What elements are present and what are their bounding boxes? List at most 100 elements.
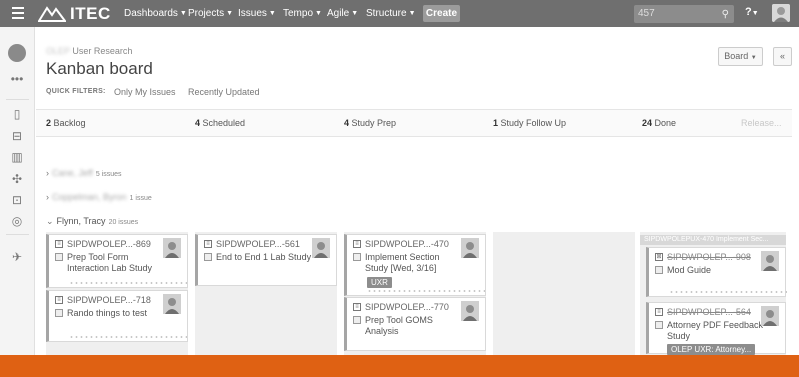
- issue-summary-line: Analysis: [365, 326, 399, 336]
- nav-agile[interactable]: Agile ▼: [327, 8, 358, 19]
- issue-summary-line: Study: [667, 331, 691, 341]
- components-icon[interactable]: ✣: [9, 171, 25, 187]
- chevron-down-icon: ▼: [408, 10, 416, 17]
- swimlane-header[interactable]: › Cane, Jeff 5 issues: [46, 168, 122, 178]
- issue-summary-line: Mod Guide: [667, 265, 712, 275]
- swimlane-count: 20 issues: [108, 219, 139, 226]
- column-count: 1: [493, 118, 499, 128]
- card-days-dots: [69, 282, 187, 284]
- create-button[interactable]: Create: [423, 5, 460, 22]
- issue-key[interactable]: SIPDWPOLEP...-869: [67, 239, 151, 249]
- issue-summary-line: Prep Tool Form: [67, 252, 129, 262]
- nav-issues[interactable]: Issues ▼: [238, 8, 276, 19]
- issue-card[interactable]: ≡ SIPDWPOLEP...-564 Attorney PDF Feedbac…: [646, 302, 786, 355]
- brand-name: ITEC: [70, 4, 111, 23]
- footer-accent-bar: [0, 355, 799, 377]
- releases-icon[interactable]: ⊡: [9, 192, 25, 208]
- swimlane-header[interactable]: ⌄ Flynn, Tracy 20 issues: [46, 216, 138, 227]
- priority-icon: [204, 253, 212, 261]
- search-input[interactable]: 457 ⚲: [634, 5, 734, 23]
- epic-group-header[interactable]: SIPDWPOLEPUX-470 Implement Sec...: [640, 235, 786, 245]
- chevron-down-icon: ▼: [751, 10, 759, 17]
- assignee-photo-icon: [312, 238, 330, 258]
- itec-logo[interactable]: ITEC: [38, 4, 111, 24]
- issue-summary-line: Study [Wed, 3/16]: [365, 263, 437, 273]
- issue-card[interactable]: ≡ SIPDWPOLEP...-470 Implement Section St…: [344, 234, 486, 296]
- story-type-icon: ≡: [204, 240, 212, 248]
- priority-icon: [55, 309, 63, 317]
- feedback-icon[interactable]: ✈: [9, 249, 25, 265]
- project-sidebar: ••• ▯ ⊟ ▥ ✣ ⊡ ◎ ✈: [0, 27, 35, 355]
- issue-key[interactable]: SIPDWPOLEP...-908: [667, 252, 751, 262]
- issue-key[interactable]: SIPDWPOLEP...-564: [667, 307, 751, 317]
- issue-key[interactable]: SIPDWPOLEP...-770: [365, 302, 449, 312]
- swimlane-count: 1 issue: [129, 195, 152, 202]
- board-icon[interactable]: ▯: [9, 106, 25, 122]
- issue-summary-line: Implement Section: [365, 252, 440, 262]
- issue-summary-line: Attorney PDF Feedback: [667, 320, 764, 330]
- search-value: 457: [638, 8, 655, 19]
- column-name: Done: [654, 118, 677, 128]
- breadcrumb[interactable]: OLEP User Research: [46, 46, 132, 56]
- page-title: Kanban board: [46, 59, 153, 78]
- board-button-label: Board: [724, 51, 749, 61]
- search-icon[interactable]: ⚲: [722, 6, 729, 24]
- project-avatar-icon[interactable]: [8, 44, 26, 62]
- backlog-icon[interactable]: ⊟: [9, 128, 25, 144]
- board-button[interactable]: Board ▼: [718, 47, 763, 66]
- nav-dashboards[interactable]: Dashboards ▼: [124, 8, 187, 19]
- assignee-photo-icon: [163, 238, 181, 258]
- project-name: User Research: [72, 46, 133, 56]
- issue-card[interactable]: ≡ SIPDWPOLEP...-770 Prep Tool GOMS Analy…: [344, 297, 486, 351]
- nav-structure[interactable]: Structure ▼: [366, 8, 416, 19]
- help-icon: ?: [745, 6, 752, 18]
- chevron-right-icon: ›: [46, 168, 49, 178]
- issue-key[interactable]: SIPDWPOLEP...-718: [67, 295, 151, 305]
- chevron-right-icon: ›: [46, 192, 49, 202]
- issue-card[interactable]: ≡ SIPDWPOLEP...-718 Rando things to test: [46, 290, 188, 342]
- issue-key[interactable]: SIPDWPOLEP...-561: [216, 239, 300, 249]
- settings-icon[interactable]: ◎: [9, 213, 25, 229]
- issue-card[interactable]: ≡ SIPDWPOLEP...-869 Prep Tool Form Inter…: [46, 234, 188, 288]
- menu-icon[interactable]: [12, 7, 24, 19]
- nav-agile-label: Agile: [327, 8, 350, 19]
- release-link[interactable]: Release...: [741, 118, 782, 128]
- story-type-icon: ≡: [353, 240, 361, 248]
- column-name: Backlog: [53, 118, 86, 128]
- nav-dashboards-label: Dashboards: [124, 8, 178, 19]
- priority-icon: [655, 321, 663, 329]
- issue-summary-line: Prep Tool GOMS: [365, 315, 433, 325]
- chevron-down-icon: ▼: [750, 55, 757, 61]
- nav-tempo-label: Tempo: [283, 8, 314, 19]
- collapse-header-button[interactable]: «: [773, 47, 792, 66]
- quick-filter-only-my-issues[interactable]: Only My Issues: [114, 87, 176, 97]
- column-count: 4: [344, 118, 350, 128]
- itec-logo-mark-icon: [38, 6, 66, 22]
- more-icon[interactable]: •••: [9, 71, 25, 87]
- swimlane-name: Cane, Jeff: [52, 168, 93, 178]
- issue-label-badge[interactable]: UXR: [367, 277, 392, 288]
- help-button[interactable]: ?▼: [745, 6, 759, 18]
- chevron-down-icon: ▼: [179, 10, 187, 17]
- issue-label-badge[interactable]: OLEP UXR: Attorney...: [667, 344, 756, 355]
- column-backlog: 2 Backlog: [46, 118, 86, 128]
- top-nav: ITEC Dashboards ▼ Projects ▼ Issues ▼ Tempo…: [0, 0, 799, 27]
- assignee-photo-icon: [461, 238, 479, 258]
- issue-card[interactable]: ≡ SIPDWPOLEP...-561 End to End 1 Lab Stu…: [195, 234, 337, 286]
- swimlane-header[interactable]: › Coppelman, Byron 1 issue: [46, 192, 152, 202]
- column-study-follow-up: 1 Study Follow Up: [493, 118, 566, 128]
- issue-key[interactable]: SIPDWPOLEP...-470: [365, 239, 449, 249]
- reports-icon[interactable]: ▥: [9, 149, 25, 165]
- issue-summary-line: Rando things to test: [67, 308, 148, 318]
- column-cell-study-follow-up: [493, 232, 635, 355]
- nav-projects[interactable]: Projects ▼: [188, 8, 233, 19]
- sidebar-divider: [6, 99, 29, 100]
- assignee-avatar: [461, 301, 479, 321]
- quick-filter-recently-updated[interactable]: Recently Updated: [188, 87, 260, 97]
- user-avatar[interactable]: [772, 4, 790, 22]
- nav-tempo[interactable]: Tempo ▼: [283, 8, 322, 19]
- priority-icon: [655, 266, 663, 274]
- issue-card[interactable]: ⊠ SIPDWPOLEP...-908 Mod Guide: [646, 247, 787, 297]
- assignee-avatar: [163, 294, 181, 314]
- user-photo-icon: [772, 4, 790, 22]
